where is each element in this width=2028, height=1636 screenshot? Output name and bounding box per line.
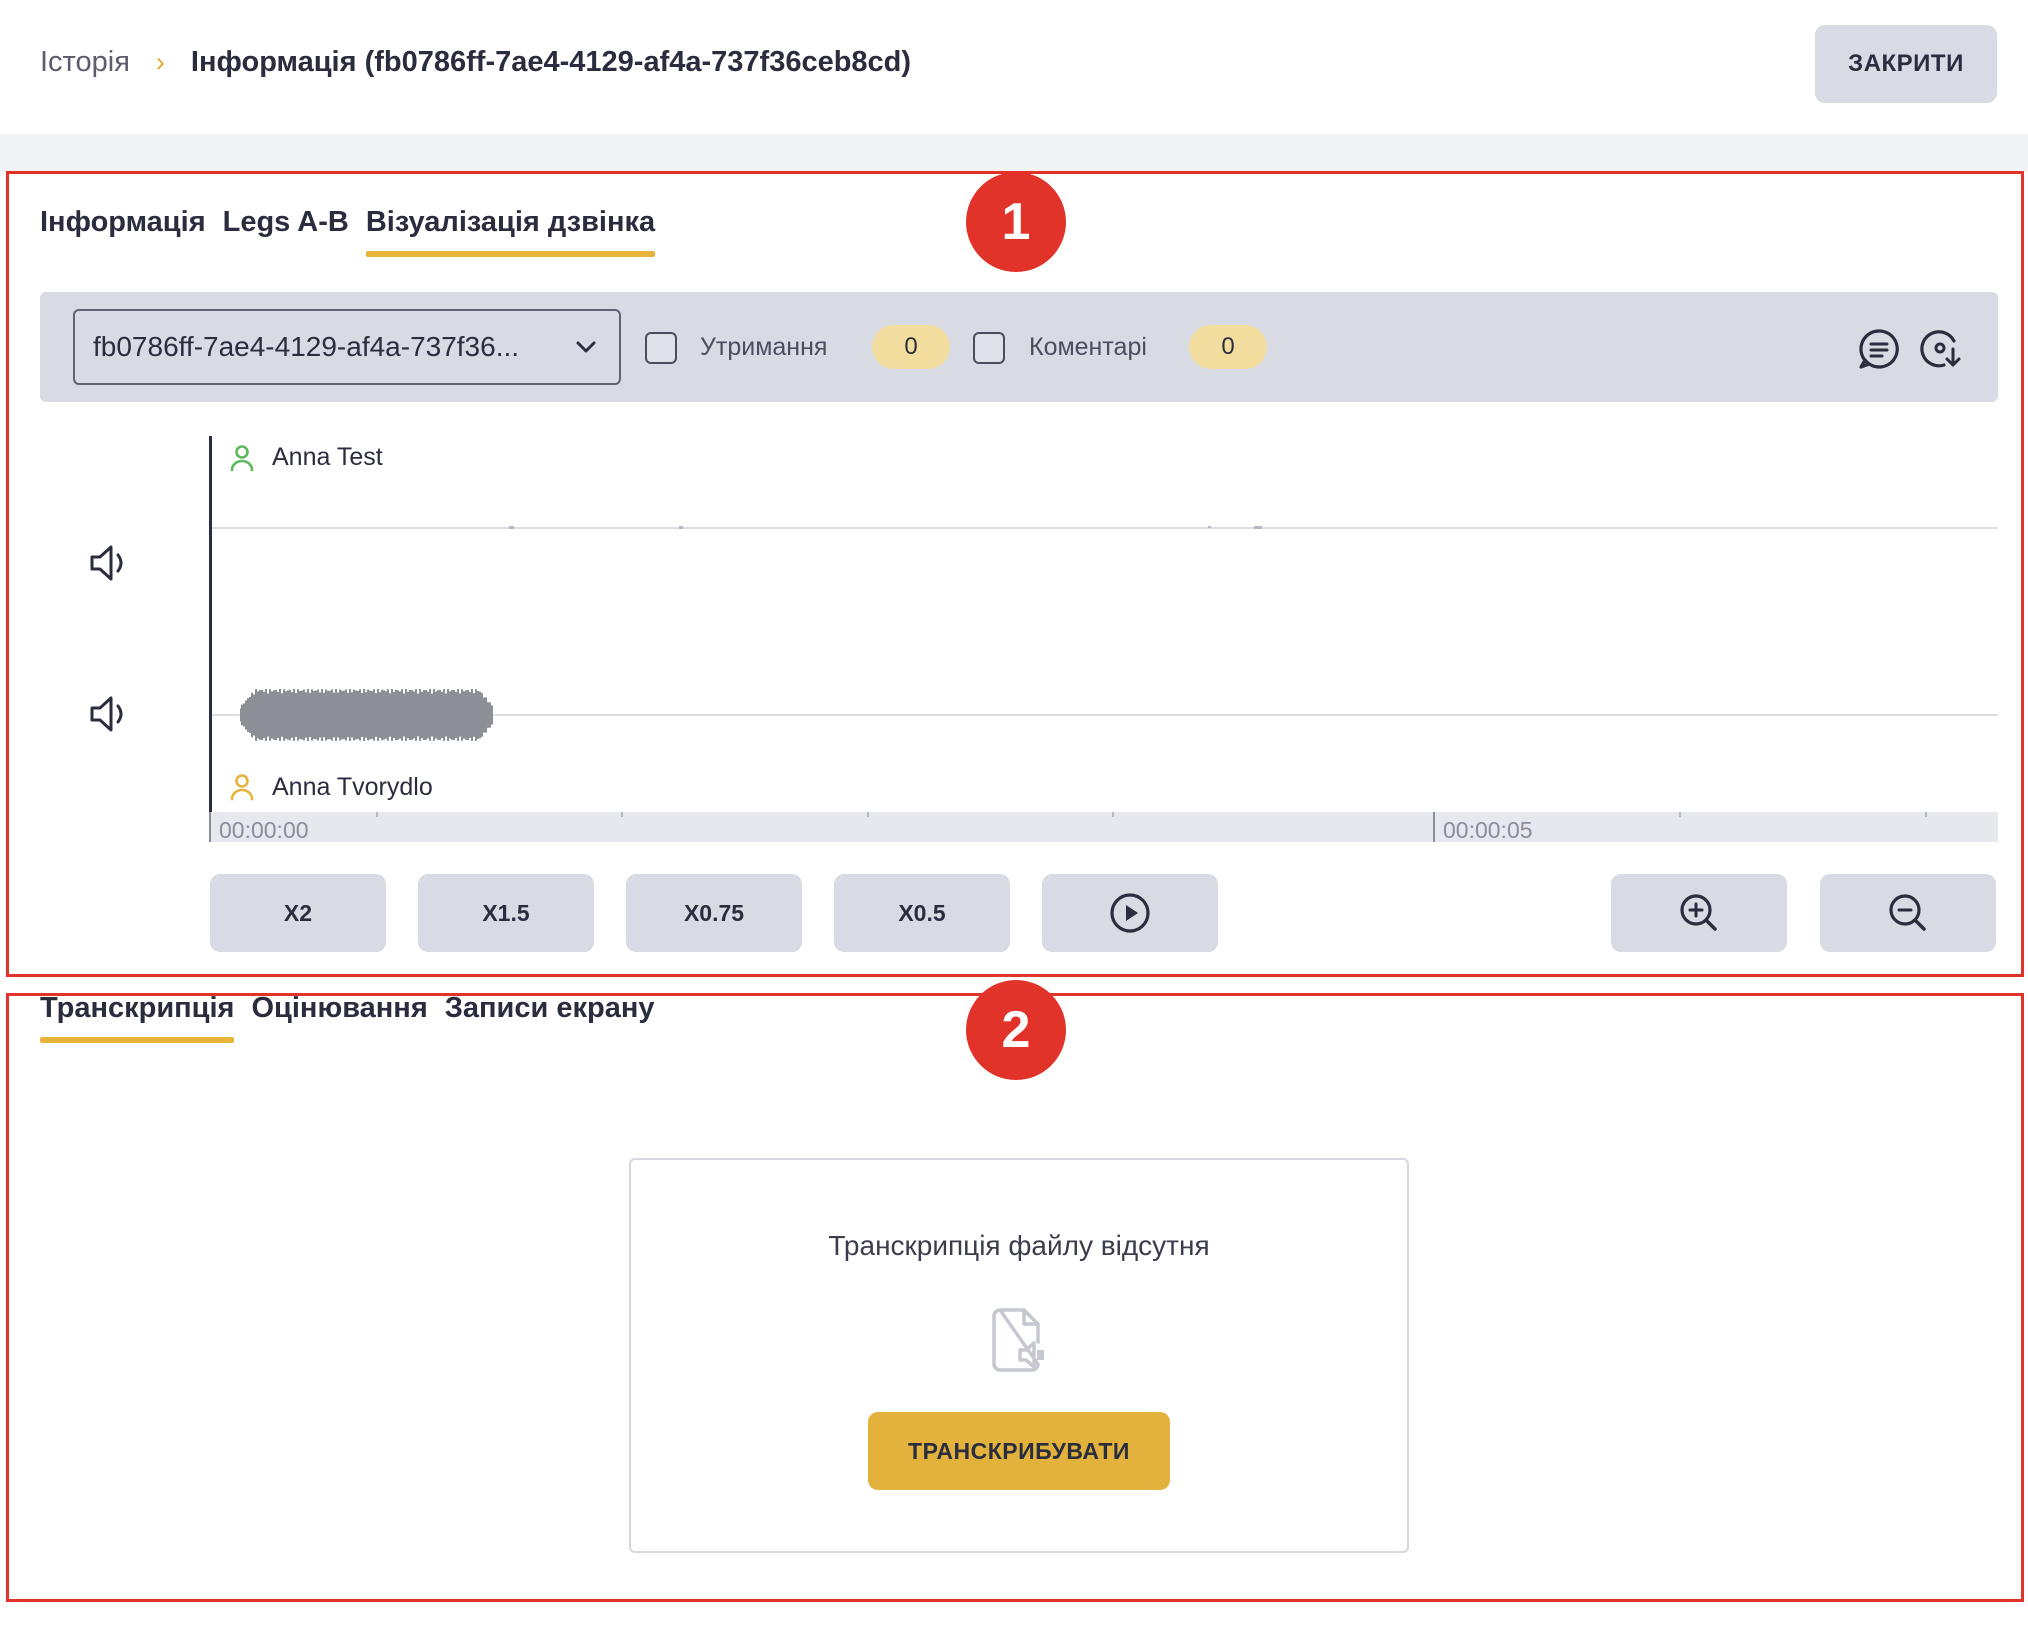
close-button[interactable]: ЗАКРИТИ [1815,25,1997,103]
breadcrumb-current: Інформація (fb0786ff-7ae4-4129-af4a-737f… [190,46,912,78]
header-divider [0,134,2028,172]
breadcrumb: Історія › Інформація (fb0786ff-7ae4-4129… [40,46,911,79]
breadcrumb-history-link[interactable]: Історія [40,46,130,79]
breadcrumb-separator: › [155,47,165,77]
annotation-badge-2: 2 [966,980,1066,1080]
annotation-box-1 [6,171,2024,977]
annotation-badge-1: 1 [966,172,1066,272]
annotation-box-2 [6,993,2024,1602]
